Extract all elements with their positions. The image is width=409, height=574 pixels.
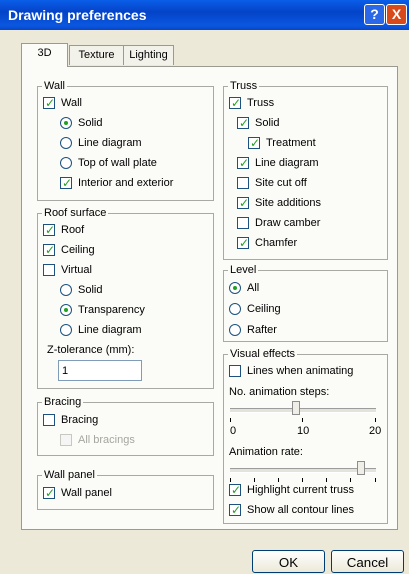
close-icon[interactable]: X	[386, 4, 407, 25]
wall-line-diagram-label: Line diagram	[78, 137, 142, 149]
treatment-label: Treatment	[266, 137, 316, 149]
ceiling-label: Ceiling	[61, 244, 95, 256]
animation-rate-label: Animation rate:	[229, 446, 303, 458]
z-tolerance-input[interactable]	[58, 360, 142, 381]
radio-control[interactable]	[229, 282, 241, 294]
highlight-current-truss-label: Highlight current truss	[247, 484, 354, 496]
radio-control[interactable]	[60, 304, 72, 316]
radio-control[interactable]	[60, 284, 72, 296]
visual-effects-group: Visual effects Lines when animating No. …	[223, 347, 388, 524]
checkbox-control[interactable]	[237, 177, 249, 189]
checkbox-control[interactable]	[229, 502, 241, 518]
visual-effects-legend: Visual effects	[228, 347, 298, 361]
steps-min-label: 0	[230, 425, 237, 437]
truss-line-diagram-label: Line diagram	[255, 157, 319, 169]
window-title: Drawing preferences	[8, 7, 147, 23]
wall-group-legend: Wall	[42, 79, 67, 93]
checkbox-control[interactable]	[229, 95, 241, 111]
roof-label: Roof	[61, 224, 85, 236]
tab-texture[interactable]: Texture	[69, 45, 124, 65]
truss-label: Truss	[247, 97, 275, 109]
checkbox-control[interactable]	[237, 115, 249, 131]
tab-3d[interactable]: 3D	[21, 43, 68, 67]
wall-panel-legend: Wall panel	[42, 468, 97, 482]
radio-control[interactable]	[60, 157, 72, 169]
tab-panel-3d: Wall Wall Solid Line diagram Top of wall…	[21, 66, 398, 530]
checkbox-control[interactable]	[237, 155, 249, 171]
checkbox-control[interactable]	[43, 242, 55, 258]
checkbox-control	[60, 434, 72, 446]
checkbox-control[interactable]	[43, 485, 55, 501]
checkbox-control[interactable]	[237, 235, 249, 251]
help-icon[interactable]: ?	[364, 4, 385, 25]
level-ceiling-label: Ceiling	[247, 303, 281, 315]
checkbox-control[interactable]	[43, 222, 55, 238]
slider-track	[230, 408, 376, 413]
animation-rate-slider[interactable]	[230, 460, 376, 482]
slider-track	[230, 468, 376, 473]
slider-thumb[interactable]	[292, 401, 301, 415]
checkbox-control[interactable]	[60, 175, 72, 191]
ok-button[interactable]: OK	[252, 550, 325, 573]
slider-thumb[interactable]	[356, 461, 365, 475]
level-all-label: All	[247, 282, 260, 294]
bracing-label: Bracing	[61, 414, 99, 426]
z-tolerance-label: Z-tolerance (mm):	[47, 344, 135, 356]
steps-max-label: 20	[369, 425, 382, 437]
roof-solid-label: Solid	[78, 284, 103, 296]
cancel-button[interactable]: Cancel	[331, 550, 404, 573]
tab-lighting[interactable]: Lighting	[123, 45, 174, 65]
animation-steps-label: No. animation steps:	[229, 386, 330, 398]
wall-checkbox-label: Wall	[61, 97, 82, 109]
radio-control[interactable]	[60, 117, 72, 129]
truss-solid-label: Solid	[255, 117, 280, 129]
interior-exterior-label: Interior and exterior	[78, 177, 174, 189]
bracing-legend: Bracing	[42, 395, 84, 409]
virtual-label: Virtual	[61, 264, 92, 276]
level-group: Level All Ceiling Rafter	[223, 263, 388, 342]
checkbox-control[interactable]	[43, 264, 55, 276]
drawing-preferences-dialog: Drawing preferences ? X 3D Texture Light…	[0, 0, 409, 574]
transparency-label: Transparency	[78, 304, 145, 316]
checkbox-control[interactable]	[237, 195, 249, 211]
wall-top-plate-label: Top of wall plate	[78, 157, 157, 169]
all-bracings-label: All bracings	[78, 434, 135, 446]
checkbox-control[interactable]	[43, 95, 55, 111]
checkbox-control[interactable]	[229, 365, 241, 377]
radio-control[interactable]	[60, 137, 72, 149]
checkbox-control[interactable]	[248, 135, 260, 151]
site-additions-label: Site additions	[255, 197, 322, 209]
checkbox-control[interactable]	[237, 217, 249, 229]
show-contour-lines-label: Show all contour lines	[247, 504, 355, 516]
checkbox-control[interactable]	[43, 414, 55, 426]
level-rafter-label: Rafter	[247, 324, 277, 336]
dialog-footer: OK Cancel	[0, 536, 409, 574]
wall-panel-group: Wall panel Wall panel	[37, 468, 214, 510]
steps-mid-label: 10	[297, 425, 310, 437]
radio-control[interactable]	[229, 303, 241, 315]
wall-group: Wall Wall Solid Line diagram Top of wall…	[37, 79, 214, 201]
wall-solid-label: Solid	[78, 117, 103, 129]
site-cut-off-label: Site cut off	[255, 177, 307, 189]
truss-group: Truss Truss Solid Treatment Line diagram…	[223, 79, 388, 260]
wall-panel-label: Wall panel	[61, 487, 112, 499]
radio-control[interactable]	[60, 324, 72, 336]
roof-surface-legend: Roof surface	[42, 206, 109, 220]
slider-tick	[302, 418, 303, 422]
truss-legend: Truss	[228, 79, 260, 93]
chamfer-label: Chamfer	[255, 237, 298, 249]
bracing-group: Bracing Bracing All bracings	[37, 395, 214, 456]
checkbox-control[interactable]	[229, 482, 241, 498]
animation-steps-slider[interactable]	[230, 400, 376, 422]
level-legend: Level	[228, 263, 259, 277]
lines-when-animating-label: Lines when animating	[247, 365, 354, 377]
roof-line-diagram-label: Line diagram	[78, 324, 142, 336]
slider-tick	[230, 418, 231, 422]
slider-tick	[375, 478, 376, 482]
slider-tick	[375, 418, 376, 422]
roof-surface-group: Roof surface Roof Ceiling Virtual Solid …	[37, 206, 214, 389]
radio-control[interactable]	[229, 324, 241, 336]
title-bar: Drawing preferences ? X	[0, 0, 409, 30]
draw-camber-label: Draw camber	[255, 217, 321, 229]
